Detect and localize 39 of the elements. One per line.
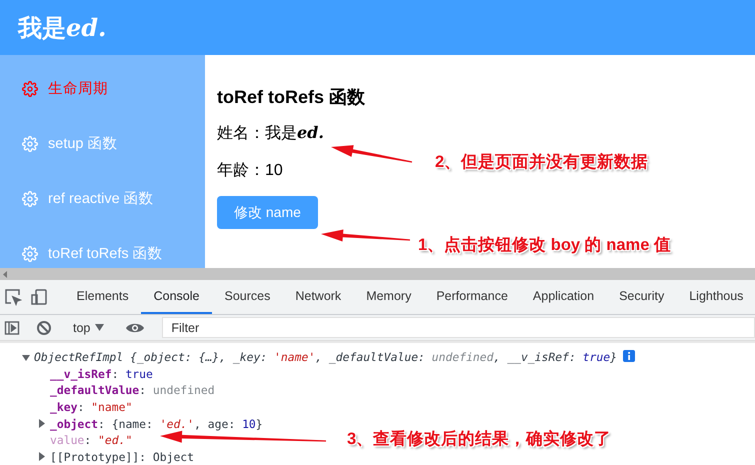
- clear-console-icon[interactable]: [36, 320, 52, 336]
- console-line: _defaultValue: undefined: [50, 383, 215, 398]
- annotation-text: 1、点击按钮修改 boy 的 name 值: [418, 235, 671, 256]
- console-line: value: "ed.": [50, 433, 132, 448]
- context-selector[interactable]: top: [69, 320, 108, 334]
- annotation-text: 2、但是页面并没有更新数据: [435, 152, 648, 173]
- sidebar-toggle-icon[interactable]: [4, 320, 20, 336]
- devtools-tab[interactable]: Application: [520, 280, 607, 314]
- inspect-element-icon[interactable]: [4, 288, 22, 306]
- info-icon[interactable]: [622, 350, 635, 362]
- collapse-triangle-icon[interactable]: [22, 352, 30, 362]
- devtools-tab[interactable]: Memory: [354, 280, 424, 314]
- devtools-tab[interactable]: Lighthous: [676, 280, 755, 314]
- name-text: 姓名：我是ed.: [217, 123, 324, 144]
- expand-triangle-icon[interactable]: [38, 452, 46, 462]
- devtools-tab[interactable]: Network: [282, 280, 354, 314]
- horizontal-scrollbar[interactable]: [0, 268, 755, 280]
- gear-icon: [22, 80, 38, 96]
- console-line: [[Prototype]]: Object: [50, 450, 194, 464]
- caret-icon: [95, 324, 104, 331]
- console-line: __v_isRef: true: [50, 366, 153, 381]
- gear-icon: [22, 246, 38, 262]
- section-heading: toRef toRefs 函数: [217, 86, 365, 109]
- expand-triangle-icon[interactable]: [38, 419, 46, 428]
- devtools-tab[interactable]: Security: [606, 280, 677, 314]
- console-line: ObjectRefImpl {_object: {…}, _key: 'name', _defaultValue: undefined, __v_isRef: true}: [34, 350, 617, 364]
- scroll-left-icon[interactable]: [3, 270, 8, 278]
- app-title: 我是ed.: [18, 12, 106, 44]
- filter-field[interactable]: Filter: [162, 317, 755, 338]
- gear-icon: [22, 190, 38, 206]
- console-line: _object: {name: 'ed.', age: 10}: [50, 416, 263, 431]
- annotation-text: 3、查看修改后的结果，确实修改了: [347, 428, 612, 450]
- age-text: 年龄：10: [217, 161, 283, 181]
- devtools-tab[interactable]: Performance: [424, 280, 520, 314]
- device-toolbar-icon[interactable]: [30, 288, 48, 306]
- devtools-tab[interactable]: Elements: [64, 280, 142, 314]
- console-line: _key: "name": [50, 400, 132, 414]
- devtools-tab[interactable]: Sources: [212, 280, 283, 314]
- gear-icon: [22, 136, 38, 152]
